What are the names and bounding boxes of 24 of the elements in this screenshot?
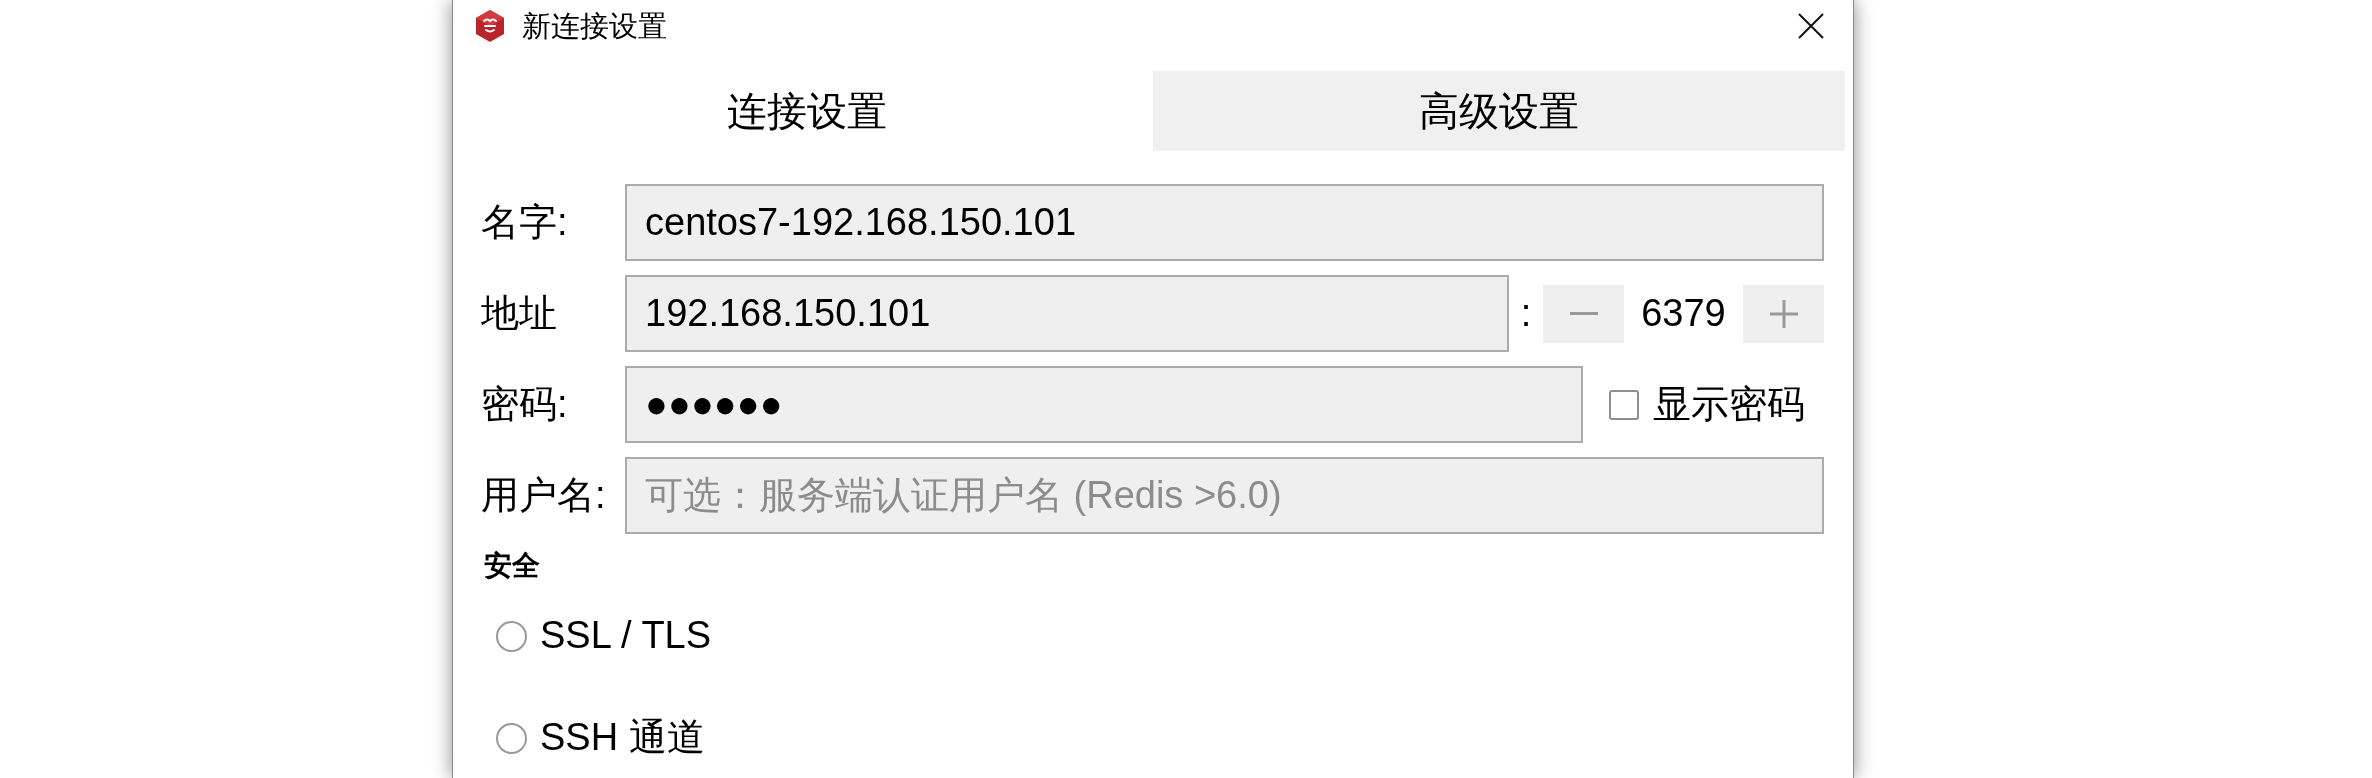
port-separator: : [1519,290,1533,336]
plus-icon [1769,299,1798,328]
radio-label[interactable]: SSL / TLS [540,613,712,659]
window-title: 新连接设置 [522,8,667,44]
field-label: 名字: [481,199,569,245]
field-label: 密码: [481,381,569,427]
close-icon [1797,12,1825,40]
checkbox[interactable] [1609,389,1639,420]
field-label: 用户名: [481,472,607,518]
section-heading: 安全 [483,549,541,583]
field-label: 地址 [481,290,558,336]
increment-button[interactable] [1743,284,1824,343]
minus-icon [1569,311,1598,316]
radio-label[interactable]: SSH 通道 [540,715,705,761]
checkbox-label[interactable]: 显示密码 [1653,381,1805,428]
password-field[interactable]: ●●●●●● [625,366,1583,443]
input-field[interactable]: centos7-192.168.150.101 [625,184,1824,261]
radio-button[interactable] [496,722,527,754]
hexagon-logo-icon [473,9,507,43]
tab[interactable]: 高级设置 [1153,71,1845,151]
address-field[interactable]: 192.168.150.101 [625,275,1509,352]
close-button[interactable] [1797,12,1825,40]
input-field[interactable]: 可选：服务端认证用户名 (Redis >6.0) [625,457,1824,534]
radio-button[interactable] [496,620,527,652]
